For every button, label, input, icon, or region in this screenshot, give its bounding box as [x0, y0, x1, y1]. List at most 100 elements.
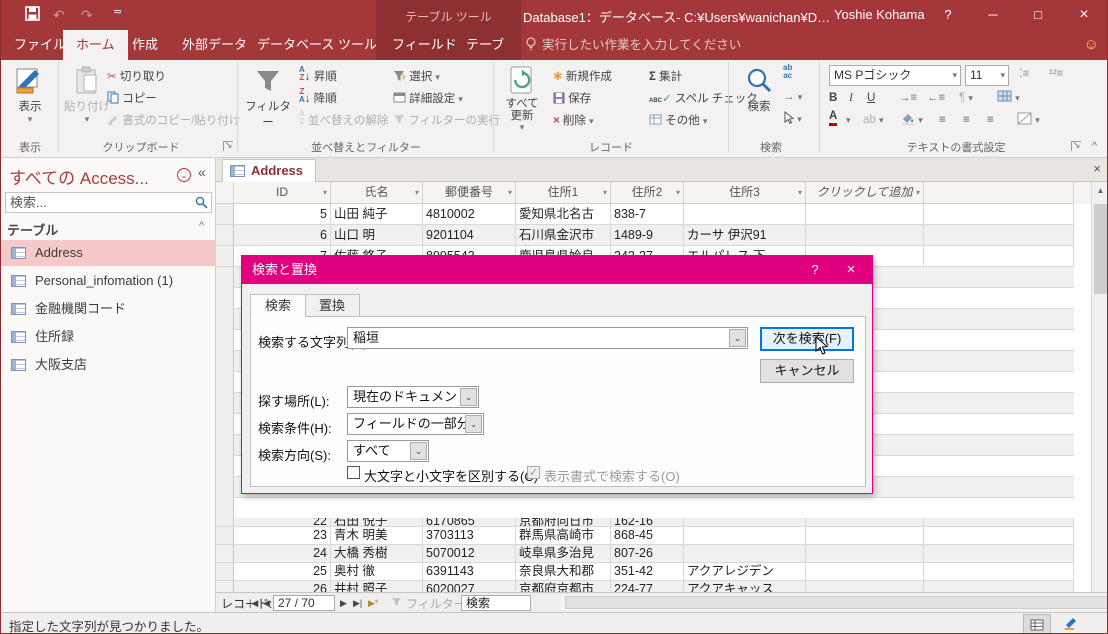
scroll-up-icon[interactable]: ▲	[1092, 182, 1107, 199]
dialog-title[interactable]: 検索と置換	[242, 256, 872, 284]
underline-button[interactable]: U	[867, 87, 875, 109]
decrease-indent-icon[interactable]: ←≡	[927, 87, 945, 109]
format-painter-button[interactable]: 書式のコピー/貼り付け	[107, 110, 240, 132]
next-record-button[interactable]: ▶	[340, 595, 347, 611]
nav-group-tables[interactable]: テーブル	[7, 220, 58, 239]
bold-button[interactable]: B	[829, 87, 837, 109]
table-row[interactable]: 24 大橋 秀樹 5070012 岐阜県多治見 807-26	[216, 545, 1091, 563]
tab-home[interactable]: ホーム	[63, 30, 128, 60]
help-button[interactable]: ?	[931, 0, 965, 30]
align-left-button[interactable]: ≡	[939, 109, 948, 131]
close-button[interactable]: ×	[1067, 0, 1101, 30]
more-button[interactable]: その他 ▾	[649, 110, 707, 132]
tab-table[interactable]: テーブル	[453, 30, 521, 82]
minimize-button[interactable]: ─	[976, 0, 1010, 30]
find-what-combo[interactable]: 稲垣 ⌄	[347, 327, 748, 349]
dialog-help-icon[interactable]: ?	[798, 256, 832, 284]
increase-indent-icon[interactable]: →≡	[899, 87, 917, 109]
combo-dropdown-icon[interactable]: ⌄	[410, 442, 427, 460]
column-header-addr3[interactable]: 住所3 ▾	[684, 182, 806, 204]
fill-color-button[interactable]: ▾	[901, 109, 923, 131]
undo-icon[interactable]: ↶	[53, 7, 65, 24]
select-all-cell[interactable]	[216, 182, 234, 204]
redo-icon[interactable]: ↷	[81, 7, 93, 24]
close-document-icon[interactable]: ×	[1093, 161, 1101, 176]
column-header-addr2[interactable]: 住所2 ▾	[611, 182, 684, 204]
delete-record-button[interactable]: × 削除 ▾	[553, 110, 594, 132]
look-in-combo[interactable]: 現在のドキュメント ⌄	[347, 386, 479, 408]
feedback-smiley-icon[interactable]: ☺	[1084, 36, 1099, 53]
totals-button[interactable]: Σ 集計	[649, 66, 682, 88]
font-size-combo[interactable]: 11 ▾	[965, 65, 1009, 86]
clipboard-dialog-launcher[interactable]: ↘	[223, 141, 233, 151]
save-icon[interactable]	[25, 6, 40, 21]
nav-menu-chevron-icon[interactable]: ⌄	[177, 168, 191, 182]
nav-item-address-book[interactable]: 住所録	[1, 324, 216, 350]
align-center-button[interactable]: ≡	[963, 109, 972, 131]
record-search-input[interactable]: 検索	[461, 595, 531, 611]
advanced-filter-button[interactable]: 詳細設定 ▾	[393, 88, 463, 110]
first-record-button[interactable]: |◀	[249, 595, 258, 611]
copy-button[interactable]: コピー	[107, 88, 157, 110]
column-header-name[interactable]: 氏名 ▾	[331, 182, 423, 204]
collapse-ribbon-icon[interactable]: ^	[1092, 140, 1097, 152]
shutter-bar-icon[interactable]: «	[198, 164, 206, 180]
goto-button[interactable]: → ▾	[783, 86, 802, 108]
previous-record-button[interactable]: ◀	[263, 595, 270, 611]
table-row[interactable]: 5 山田 純子 4810002 愛知県北名古 838-7	[216, 204, 1091, 225]
filter-button[interactable]: フィルター	[245, 64, 291, 130]
dialog-close-icon[interactable]: ×	[834, 256, 868, 284]
design-view-button[interactable]	[1057, 614, 1085, 633]
highlight-button[interactable]: ab ▾	[863, 109, 884, 131]
remove-sort-button[interactable]: AZ 並べ替えの解除	[299, 110, 388, 132]
tab-replace[interactable]: 置換	[304, 294, 361, 317]
maximize-button[interactable]: □	[1021, 0, 1055, 30]
text-format-dialog-launcher[interactable]: ↘	[1071, 141, 1081, 151]
datasheet-view-button[interactable]	[1023, 614, 1051, 633]
gridline-color-button[interactable]: ▾	[1017, 109, 1040, 131]
font-name-combo[interactable]: MS Pゴシック ▾	[829, 65, 961, 86]
nav-item-osaka-branch[interactable]: 大阪支店	[1, 352, 216, 378]
match-case-checkbox[interactable]	[347, 466, 360, 479]
table-row[interactable]: 23 青木 明美 3703113 群馬県高崎市 868-45	[216, 527, 1091, 545]
combo-dropdown-icon[interactable]: ⌄	[465, 415, 482, 433]
selection-button[interactable]: 選択 ▾	[393, 66, 440, 88]
select-button[interactable]: ▾	[783, 108, 802, 130]
font-color-button[interactable]: A	[829, 109, 838, 126]
scrollbar-thumb[interactable]	[565, 596, 1107, 609]
paste-button[interactable]: 貼り付け ▾	[64, 64, 110, 125]
font-color-arrow[interactable]: ▾	[846, 109, 851, 131]
match-combo[interactable]: フィールドの一部分 ⌄	[347, 413, 484, 435]
column-header-id[interactable]: ID ▾	[234, 182, 331, 204]
tab-find[interactable]: 検索	[250, 294, 307, 318]
table-row[interactable]: 25 奥村 徹 6391143 奈良県大和郡 351-42 アクアレジデン	[216, 563, 1091, 581]
bullets-icon[interactable]: ⁚≡	[1019, 63, 1029, 85]
combo-dropdown-icon[interactable]: ⌄	[460, 388, 477, 406]
find-next-button[interactable]: 次を検索(F)	[760, 327, 854, 351]
gridlines-button[interactable]: ▾	[997, 87, 1020, 109]
search-direction-combo[interactable]: すべて ⌄	[347, 440, 429, 462]
horizontal-scrollbar[interactable]	[561, 595, 1107, 611]
save-record-button[interactable]: 保存	[553, 88, 591, 110]
table-row[interactable]: 22 石田 悦子 6170865 京都府向日市 162-16	[216, 518, 1091, 527]
find-button[interactable]: 検索	[736, 64, 782, 114]
filter-status-icon[interactable]	[391, 595, 402, 609]
search-fields-as-formatted-checkbox[interactable]: ✓	[527, 466, 540, 479]
nav-item-address[interactable]: Address	[1, 240, 216, 266]
table-row[interactable]: 6 山口 明 9201104 石川県金沢市 1489-9 カーサ 伊沢91	[216, 225, 1091, 246]
cut-button[interactable]: ✂ 切り取り	[107, 66, 166, 88]
nav-item-bank-code[interactable]: 金融機関コード	[1, 296, 216, 322]
tab-db-tools[interactable]: データベース ツール	[244, 30, 390, 60]
combo-dropdown-icon[interactable]: ⌄	[729, 329, 746, 347]
nav-item-personal-infomation[interactable]: Personal_infomation (1)	[1, 268, 216, 294]
italic-button[interactable]: I	[849, 87, 853, 109]
sort-ascending-button[interactable]: A Z↓ 昇順	[299, 66, 337, 88]
column-header-add-new[interactable]: クリックして追加 ▾	[806, 182, 924, 204]
tell-me-box[interactable]: 実行したい作業を入力してください	[525, 30, 741, 60]
paragraph-marks-icon[interactable]: ¶ ▾	[959, 87, 973, 109]
sort-descending-button[interactable]: Z A↓ 降順	[299, 88, 337, 110]
user-name[interactable]: Yoshie Kohama	[834, 7, 925, 22]
tab-create[interactable]: 作成	[119, 30, 171, 60]
collapse-group-icon[interactable]: ^	[199, 220, 204, 232]
column-header-postal[interactable]: 郵便番号 ▾	[423, 182, 516, 204]
